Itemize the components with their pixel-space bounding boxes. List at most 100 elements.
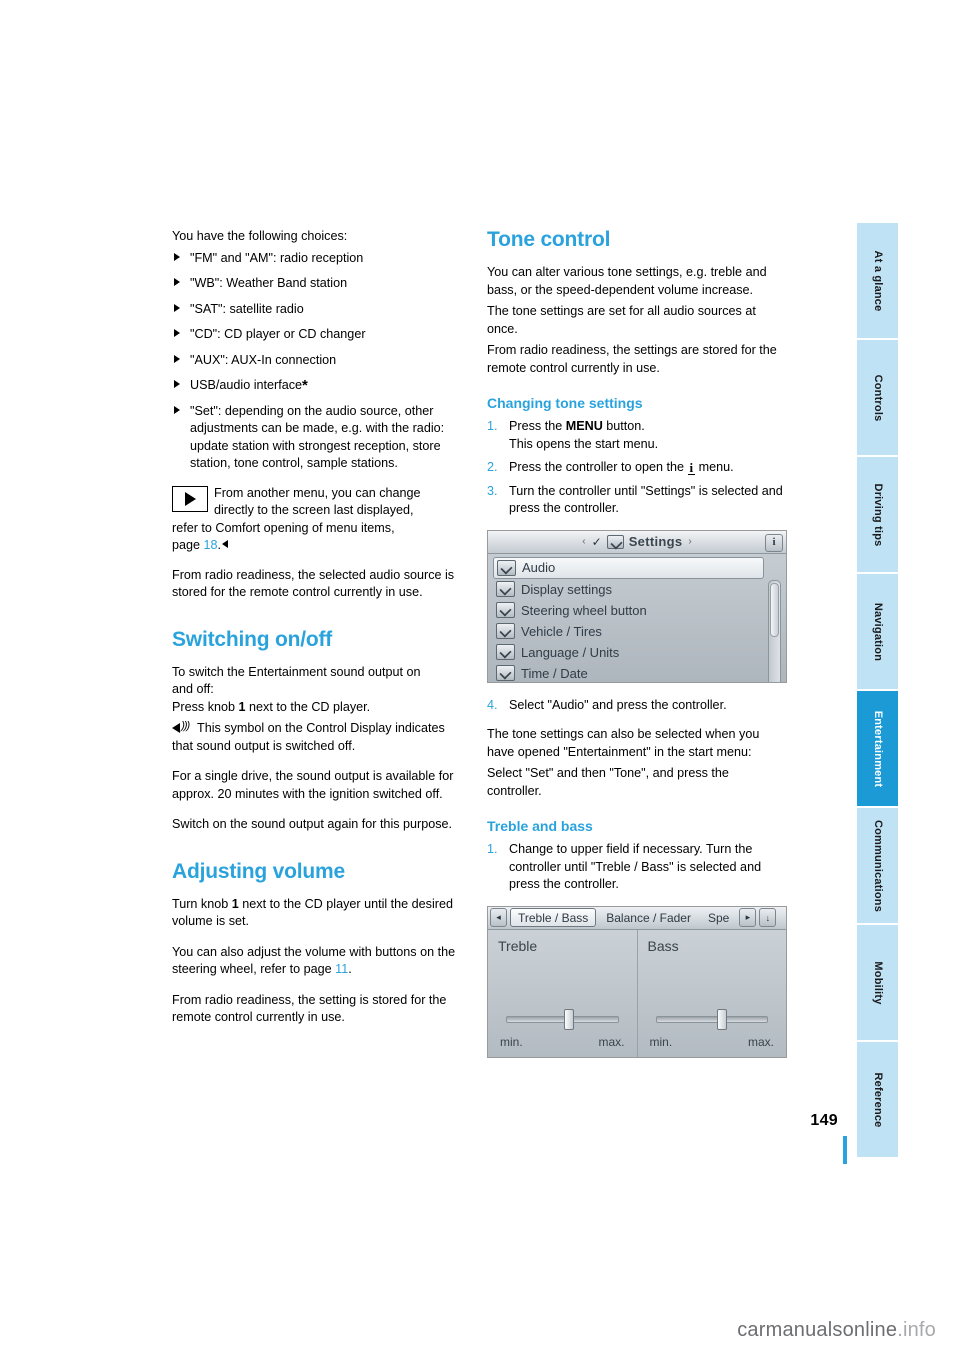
left-column: You have the following choices: "FM" and… bbox=[172, 228, 464, 1040]
section-tab-rail: At a glance Controls Driving tips Naviga… bbox=[857, 222, 898, 1158]
triangle-bullet-icon bbox=[174, 252, 180, 261]
step-suffix: menu. bbox=[698, 460, 734, 474]
switching-press-suffix: next to the CD player. bbox=[249, 699, 371, 714]
select-set-tone-text: Select "Set" and then "Tone", and press … bbox=[487, 766, 729, 798]
prev-arrow-icon[interactable]: ◂ bbox=[490, 908, 507, 927]
bass-max-label: max. bbox=[747, 1034, 774, 1049]
changing-tone-subheading: Changing tone settings bbox=[487, 395, 643, 411]
settings-row-label: Vehicle / Tires bbox=[521, 623, 602, 639]
step-item: 2. Press the controller to open the i me… bbox=[487, 459, 787, 477]
switching-intro-line1: To switch the Entertainment sound output… bbox=[172, 664, 421, 679]
footnote-star: * bbox=[302, 377, 308, 394]
tab-entertainment[interactable]: Entertainment bbox=[857, 690, 898, 807]
vehicle-tires-icon bbox=[496, 623, 515, 639]
info-button-icon[interactable]: i bbox=[765, 533, 783, 552]
tab-driving-tips[interactable]: Driving tips bbox=[857, 456, 898, 573]
comfort-opening-note: From another menu, you can change direct… bbox=[172, 485, 464, 555]
watermark: carmanualsonline.info bbox=[737, 1319, 936, 1342]
screenshot-title: Settings bbox=[628, 534, 683, 549]
note-line-1: From another menu, you can change bbox=[214, 485, 421, 500]
bass-min-label: min. bbox=[649, 1034, 673, 1049]
settings-row-steering-wheel-button[interactable]: Steering wheel button bbox=[488, 600, 786, 621]
list-item-label: "WB": Weather Band station bbox=[190, 276, 348, 290]
treble-scale: min. max. bbox=[500, 1035, 625, 1049]
treble-slider[interactable] bbox=[506, 1008, 619, 1030]
tab-controls[interactable]: Controls bbox=[857, 339, 898, 456]
tab-label: Entertainment bbox=[871, 710, 884, 787]
tone-tab-speed[interactable]: Spe bbox=[701, 909, 736, 926]
triangle-bullet-icon bbox=[174, 329, 180, 337]
tab-label: Navigation bbox=[871, 602, 884, 661]
bass-slider[interactable] bbox=[655, 1008, 768, 1030]
list-item-label: "SAT": satellite radio bbox=[190, 301, 304, 316]
tone-tabbar: ◂ Treble / Bass Balance / Fader Spe ▸ ↓ bbox=[488, 906, 786, 930]
settings-row-label: Time / Date bbox=[521, 665, 588, 681]
treble-slider-knob[interactable] bbox=[564, 1008, 575, 1030]
tab-label: Mobility bbox=[871, 960, 884, 1005]
volume-steering-wheel-text: You can also adjust the volume with butt… bbox=[172, 944, 464, 979]
settings-row-audio[interactable]: Audio bbox=[493, 556, 764, 579]
step-text: Select "Audio" and press the controller. bbox=[509, 697, 727, 712]
tone-tab-balance-fader[interactable]: Balance / Fader bbox=[599, 909, 698, 926]
settings-icon bbox=[606, 534, 624, 549]
settings-row-language-units[interactable]: Language / Units bbox=[488, 642, 786, 663]
list-item-label: "CD": CD player or CD changer bbox=[190, 327, 366, 341]
bass-slider-knob[interactable] bbox=[717, 1008, 728, 1030]
time-date-icon bbox=[496, 665, 515, 681]
tab-label: Controls bbox=[871, 374, 884, 421]
settings-row-display-settings[interactable]: Display settings bbox=[488, 579, 786, 600]
scrollbar-thumb[interactable] bbox=[770, 582, 779, 637]
intro-text: You have the following choices: bbox=[172, 229, 348, 243]
page-link[interactable]: 18 bbox=[204, 538, 218, 552]
settings-row-label: Display settings bbox=[521, 581, 613, 597]
step-number: 1. bbox=[487, 419, 498, 433]
tab-label: At a glance bbox=[871, 250, 884, 311]
tab-communications[interactable]: Communications bbox=[857, 807, 898, 924]
volume-prefix: Turn knob bbox=[172, 896, 229, 911]
step-item: 1. Press the MENU button. This opens the… bbox=[487, 418, 787, 453]
tone-tab-treble-bass[interactable]: Treble / Bass bbox=[510, 908, 597, 927]
tone-storage-text: From radio readiness, the settings are s… bbox=[487, 343, 777, 375]
language-units-icon bbox=[496, 644, 515, 660]
step-text: Turn the controller until "Settings" is … bbox=[509, 483, 783, 516]
mute-symbol-text: This symbol on the Control Display indic… bbox=[172, 721, 445, 753]
step-text: Change to upper field if necessary. Turn… bbox=[509, 842, 762, 891]
list-item: "Set": depending on the audio source, ot… bbox=[172, 403, 464, 473]
next-arrow-icon[interactable]: ▸ bbox=[739, 908, 757, 927]
settings-row-label: Language / Units bbox=[521, 644, 620, 660]
note-line-4-suffix: . bbox=[217, 538, 222, 552]
entertainment-menu-text: The tone settings can also be selected w… bbox=[487, 727, 760, 759]
tab-label: Driving tips bbox=[871, 483, 884, 546]
list-item: USB/audio interface* bbox=[172, 377, 464, 395]
tab-mobility[interactable]: Mobility bbox=[857, 924, 898, 1041]
volume-heading: Adjusting volume bbox=[172, 859, 345, 883]
scrollbar[interactable] bbox=[768, 579, 781, 682]
right-arrow-icon: › bbox=[688, 536, 692, 547]
watermark-main: carmanualsonline bbox=[737, 1319, 898, 1341]
note-line-3: refer to Comfort opening of menu items, bbox=[172, 520, 395, 535]
list-item-label: "Set": depending on the audio source, ot… bbox=[190, 403, 445, 471]
volume-sw-suffix: . bbox=[348, 962, 352, 976]
step-number: 1. bbox=[487, 842, 498, 856]
page-link[interactable]: 11 bbox=[335, 962, 348, 976]
tone-control-heading: Tone control bbox=[487, 228, 611, 251]
settings-row-label: Steering wheel button bbox=[521, 602, 647, 618]
settings-row-vehicle-tires[interactable]: Vehicle / Tires bbox=[488, 621, 786, 642]
step-item: 1. Change to upper field if necessary. T… bbox=[487, 841, 787, 894]
manual-page: At a glance Controls Driving tips Naviga… bbox=[0, 0, 960, 1358]
tab-at-a-glance[interactable]: At a glance bbox=[857, 222, 898, 339]
switching-heading: Switching on/off bbox=[172, 627, 333, 651]
bass-scale: min. max. bbox=[650, 1035, 775, 1049]
tone-all-sources-line2: once. bbox=[487, 321, 518, 336]
single-drive-text: For a single drive, the sound output is … bbox=[172, 769, 454, 801]
check-icon: ✓ bbox=[591, 534, 602, 549]
settings-row-time-date[interactable]: Time / Date bbox=[488, 663, 786, 682]
list-item-label: "FM" and "AM": radio reception bbox=[190, 250, 364, 265]
tab-reference[interactable]: Reference bbox=[857, 1041, 898, 1158]
tone-intro-text: You can alter various tone settings, e.g… bbox=[487, 265, 767, 297]
audio-source-storage-text: From radio readiness, the selected audio… bbox=[172, 567, 455, 600]
list-item: "AUX": AUX-In connection bbox=[172, 352, 464, 370]
treble-max-label: max. bbox=[598, 1034, 625, 1049]
tab-navigation[interactable]: Navigation bbox=[857, 573, 898, 690]
down-arrow-icon[interactable]: ↓ bbox=[759, 908, 777, 927]
